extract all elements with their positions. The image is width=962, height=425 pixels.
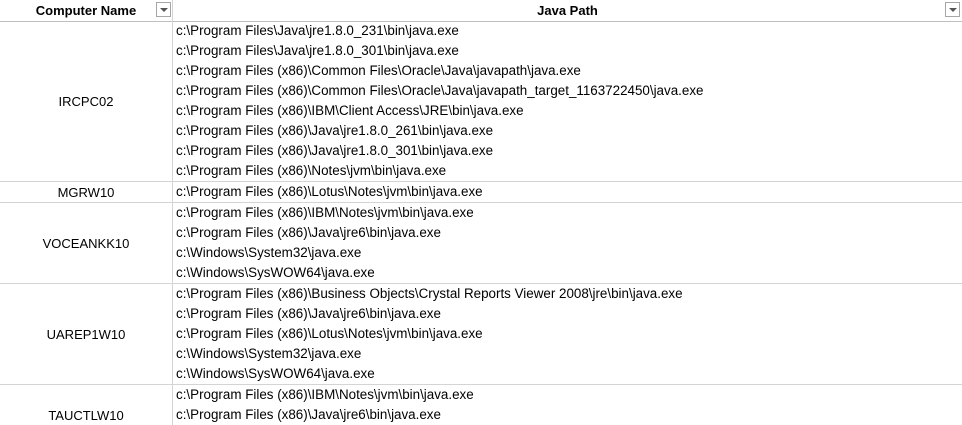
java-path-cell[interactable]: c:\Program Files (x86)\Java\jre1.8.0_261… bbox=[176, 121, 962, 141]
java-path-cell[interactable]: c:\Program Files\Java\jre1.8.0_301\bin\j… bbox=[176, 41, 962, 61]
java-path-cell[interactable]: c:\Program Files (x86)\IBM\Notes\jvm\bin… bbox=[176, 385, 962, 405]
chevron-down-icon bbox=[160, 8, 168, 12]
java-path-cell[interactable]: c:\Program Files (x86)\Java\jre1.8.0_301… bbox=[176, 141, 962, 161]
java-path-cell[interactable]: c:\Program Files (x86)\Lotus\Notes\jvm\b… bbox=[176, 324, 962, 344]
spreadsheet: Computer Name Java Path IRCPC02 c:\Progr… bbox=[0, 0, 962, 425]
java-path-cell[interactable]: c:\Program Files (x86)\Common Files\Orac… bbox=[176, 81, 962, 101]
column-header-java-path-label: Java Path bbox=[537, 3, 598, 18]
java-path-cell[interactable]: c:\Program Files (x86)\Java\jre6\bin\jav… bbox=[176, 304, 962, 324]
column-header-computer-name[interactable]: Computer Name bbox=[0, 0, 173, 21]
java-path-cell[interactable]: c:\Program Files (x86)\IBM\Client Access… bbox=[176, 101, 962, 121]
header-row: Computer Name Java Path bbox=[0, 0, 962, 22]
java-path-cell[interactable]: c:\Program Files (x86)\IBM\Notes\jvm\bin… bbox=[176, 203, 962, 223]
filter-dropdown-java-path[interactable] bbox=[945, 2, 960, 17]
java-path-cell[interactable]: c:\Program Files (x86)\Notes\jvm\bin\jav… bbox=[176, 161, 962, 181]
computer-group: MGRW10 c:\Program Files (x86)\Lotus\Note… bbox=[0, 182, 962, 203]
java-path-cell[interactable]: c:\Windows\SysWOW64\java.exe bbox=[176, 364, 962, 384]
java-path-cell[interactable]: c:\Windows\System32\java.exe bbox=[176, 344, 962, 364]
java-path-cell[interactable]: c:\Program Files (x86)\Lotus\Notes\jvm\b… bbox=[176, 182, 962, 202]
computer-name-cell[interactable]: MGRW10 bbox=[0, 182, 173, 202]
java-path-cell[interactable]: c:\Windows\SysWOW64\java.exe bbox=[176, 263, 962, 283]
computer-name-cell[interactable]: IRCPC02 bbox=[0, 21, 173, 181]
java-path-cell[interactable]: c:\Program Files (x86)\Common Files\Orac… bbox=[176, 61, 962, 81]
computer-name-cell[interactable]: UAREP1W10 bbox=[0, 284, 173, 384]
computer-group: VOCEANKK10 c:\Program Files (x86)\IBM\No… bbox=[0, 203, 962, 284]
computer-name-cell[interactable]: TAUCTLW10 bbox=[0, 385, 173, 425]
table-body: IRCPC02 c:\Program Files\Java\jre1.8.0_2… bbox=[0, 21, 962, 425]
filter-dropdown-computer-name[interactable] bbox=[156, 2, 171, 17]
java-path-cell[interactable]: c:\Program Files (x86)\Java\jre6\bin\jav… bbox=[176, 405, 962, 425]
java-path-cell[interactable]: c:\Program Files\Java\jre1.8.0_231\bin\j… bbox=[176, 21, 962, 41]
computer-group: IRCPC02 c:\Program Files\Java\jre1.8.0_2… bbox=[0, 21, 962, 182]
java-path-cell[interactable]: c:\Program Files (x86)\Business Objects\… bbox=[176, 284, 962, 304]
chevron-down-icon bbox=[949, 8, 957, 12]
column-header-java-path[interactable]: Java Path bbox=[173, 0, 962, 21]
computer-group: TAUCTLW10 c:\Program Files (x86)\IBM\Not… bbox=[0, 385, 962, 425]
column-header-computer-name-label: Computer Name bbox=[35, 3, 137, 18]
computer-name-cell[interactable]: VOCEANKK10 bbox=[0, 203, 173, 283]
java-path-cell[interactable]: c:\Windows\System32\java.exe bbox=[176, 243, 962, 263]
java-path-cell[interactable]: c:\Program Files (x86)\Java\jre6\bin\jav… bbox=[176, 223, 962, 243]
computer-group: UAREP1W10 c:\Program Files (x86)\Busines… bbox=[0, 284, 962, 385]
